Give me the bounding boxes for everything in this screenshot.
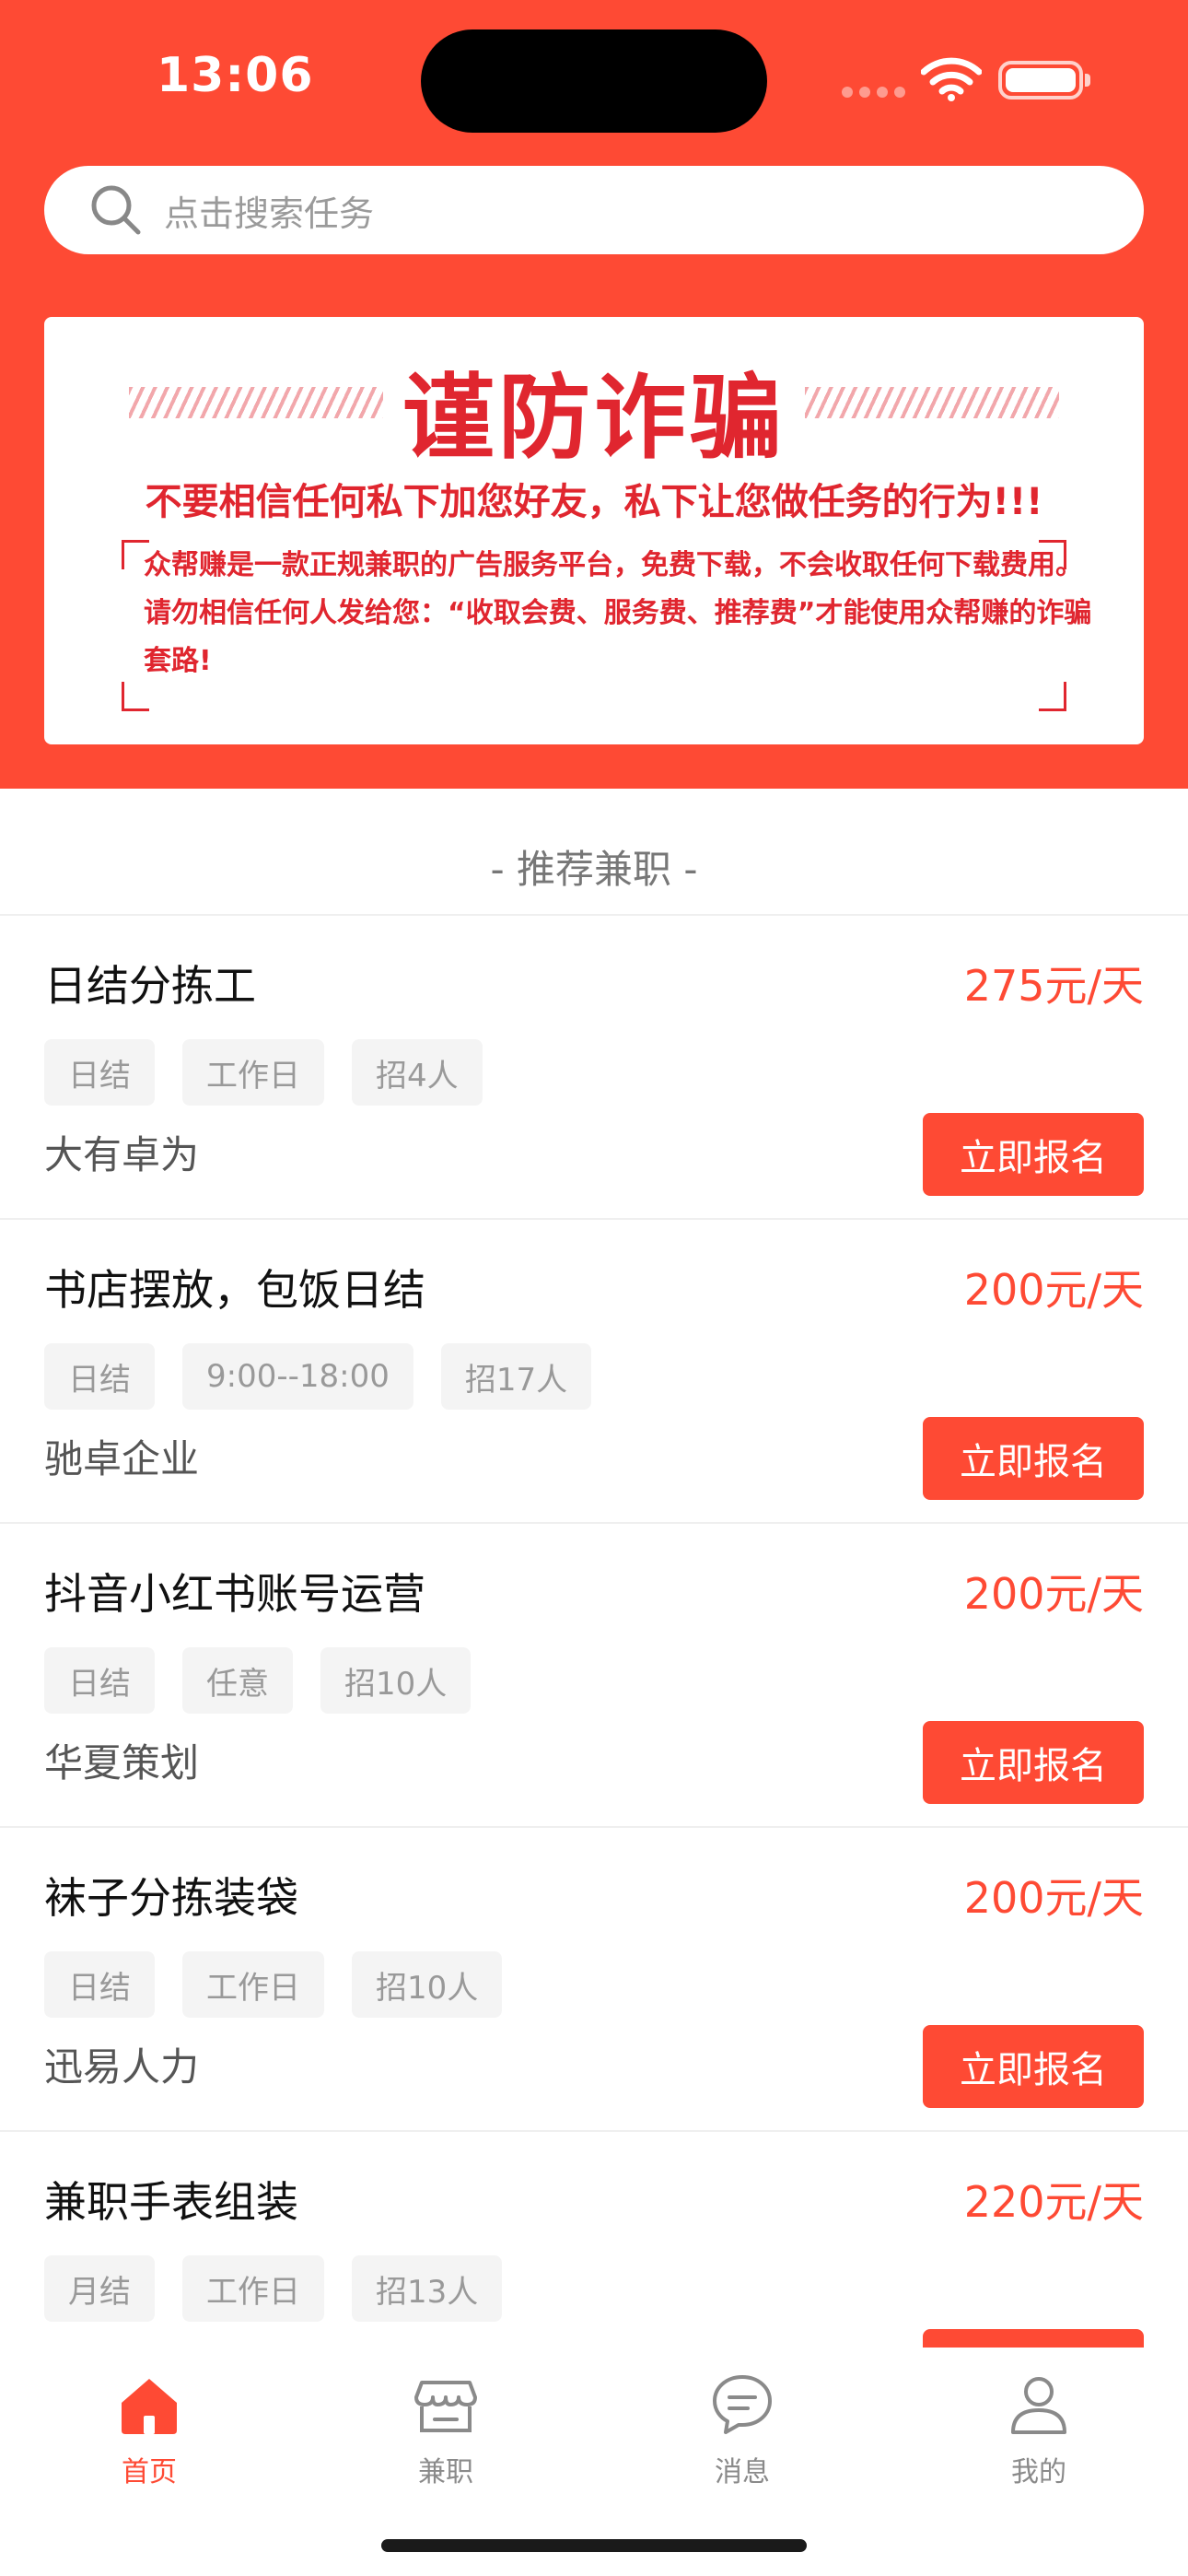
job-tag: 工作日 bbox=[182, 1951, 324, 2018]
job-pay: 220元/天 bbox=[963, 2177, 1144, 2227]
job-tag: 招17人 bbox=[440, 1343, 592, 1410]
store-icon bbox=[414, 2381, 477, 2432]
search-bar[interactable]: 点击搜索任务 bbox=[44, 166, 1144, 254]
home-indicator[interactable] bbox=[381, 2539, 807, 2552]
banner-title: 谨防诈骗 bbox=[402, 364, 786, 472]
job-tag: 工作日 bbox=[182, 2255, 324, 2322]
job-name: 袜子分拣装袋 bbox=[44, 1873, 298, 1923]
job-company: 大有卓为 bbox=[44, 1132, 200, 1177]
tab-messages[interactable]: 消息 bbox=[650, 2370, 834, 2489]
job-tags: 月结 工作日 招13人 bbox=[44, 2255, 503, 2322]
section-title: - 推荐兼职 - bbox=[0, 818, 1188, 914]
job-tags: 日结 任意 招10人 bbox=[44, 1647, 472, 1714]
job-name: 抖音小红书账号运营 bbox=[44, 1569, 425, 1619]
tab-profile[interactable]: 我的 bbox=[947, 2370, 1131, 2489]
job-tags: 日结 工作日 招4人 bbox=[44, 1039, 483, 1106]
apply-button[interactable]: 立即报名 bbox=[923, 2025, 1144, 2108]
job-tag: 招4人 bbox=[352, 1039, 483, 1106]
job-tag: 招13人 bbox=[352, 2255, 503, 2322]
job-tags: 日结 工作日 招10人 bbox=[44, 1951, 503, 2018]
job-name: 日结分拣工 bbox=[44, 961, 256, 1011]
header: 13:06 点击搜索任务 谨防诈骗 不要相信任何私下加您好友，私下让您做任务的行… bbox=[0, 0, 1188, 789]
search-placeholder: 点击搜索任务 bbox=[164, 193, 375, 234]
banner-corner bbox=[1039, 540, 1066, 569]
job-company: 驰卓企业 bbox=[44, 1436, 200, 1481]
tab-label: 兼职 bbox=[418, 2456, 473, 2488]
banner-description: 众帮赚是一款正规兼职的广告服务平台，免费下载，不会收取任何下载费用。请勿相信任何… bbox=[144, 549, 1092, 677]
job-item[interactable]: 袜子分拣装袋 200元/天 日结 工作日 招10人 迅易人力 立即报名 bbox=[0, 1828, 1188, 2132]
job-tag: 日结 bbox=[44, 1647, 155, 1714]
status-time: 13:06 bbox=[157, 48, 314, 103]
job-company: 迅易人力 bbox=[44, 2044, 200, 2090]
job-company: 华夏策划 bbox=[44, 1740, 200, 1786]
banner-corner bbox=[1039, 682, 1066, 711]
tab-parttime[interactable]: 兼职 bbox=[354, 2370, 538, 2489]
dynamic-island bbox=[421, 29, 767, 133]
job-tag: 9:00--18:00 bbox=[182, 1343, 413, 1410]
job-pay: 200元/天 bbox=[963, 1265, 1144, 1315]
tab-home[interactable]: 首页 bbox=[57, 2370, 241, 2489]
job-name: 兼职手表组装 bbox=[44, 2177, 298, 2227]
job-tag: 月结 bbox=[44, 2255, 155, 2322]
tab-label: 首页 bbox=[122, 2456, 177, 2488]
tab-label: 消息 bbox=[715, 2456, 770, 2488]
apply-button[interactable]: 立即报名 bbox=[923, 1417, 1144, 1500]
job-tag: 招10人 bbox=[352, 1951, 503, 2018]
search-icon bbox=[91, 185, 141, 235]
message-icon bbox=[713, 2375, 772, 2434]
job-name: 书店摆放，包饭日结 bbox=[44, 1265, 425, 1315]
job-tag: 任意 bbox=[182, 1647, 293, 1714]
home-icon bbox=[122, 2379, 177, 2434]
job-tag: 招10人 bbox=[320, 1647, 472, 1714]
job-tag: 日结 bbox=[44, 1343, 155, 1410]
apply-button[interactable]: 立即报名 bbox=[923, 1113, 1144, 1196]
job-tag: 日结 bbox=[44, 1951, 155, 2018]
banner-corner bbox=[122, 540, 149, 569]
wifi-icon bbox=[921, 57, 982, 101]
tab-label: 我的 bbox=[1011, 2456, 1066, 2488]
job-item[interactable]: 书店摆放，包饭日结 200元/天 日结 9:00--18:00 招17人 驰卓企… bbox=[0, 1220, 1188, 1524]
banner-subtitle: 不要相信任何私下加您好友，私下让您做任务的行为!!! bbox=[145, 481, 1043, 523]
job-tag: 日结 bbox=[44, 1039, 155, 1106]
job-pay: 200元/天 bbox=[963, 1873, 1144, 1923]
anti-fraud-banner[interactable]: 谨防诈骗 不要相信任何私下加您好友，私下让您做任务的行为!!! 众帮赚是一款正规… bbox=[44, 317, 1144, 744]
user-icon bbox=[1011, 2377, 1066, 2434]
apply-button[interactable]: 立即报名 bbox=[923, 1721, 1144, 1804]
signal-icon bbox=[842, 87, 906, 98]
job-tag: 工作日 bbox=[182, 1039, 324, 1106]
job-tags: 日结 9:00--18:00 招17人 bbox=[44, 1343, 592, 1410]
banner-corner bbox=[122, 682, 149, 711]
job-item[interactable]: 抖音小红书账号运营 200元/天 日结 任意 招10人 华夏策划 立即报名 bbox=[0, 1524, 1188, 1828]
job-pay: 200元/天 bbox=[963, 1569, 1144, 1619]
battery-icon bbox=[998, 61, 1090, 100]
job-item[interactable]: 日结分拣工 275元/天 日结 工作日 招4人 大有卓为 立即报名 bbox=[0, 916, 1188, 1220]
job-pay: 275元/天 bbox=[963, 961, 1144, 1011]
